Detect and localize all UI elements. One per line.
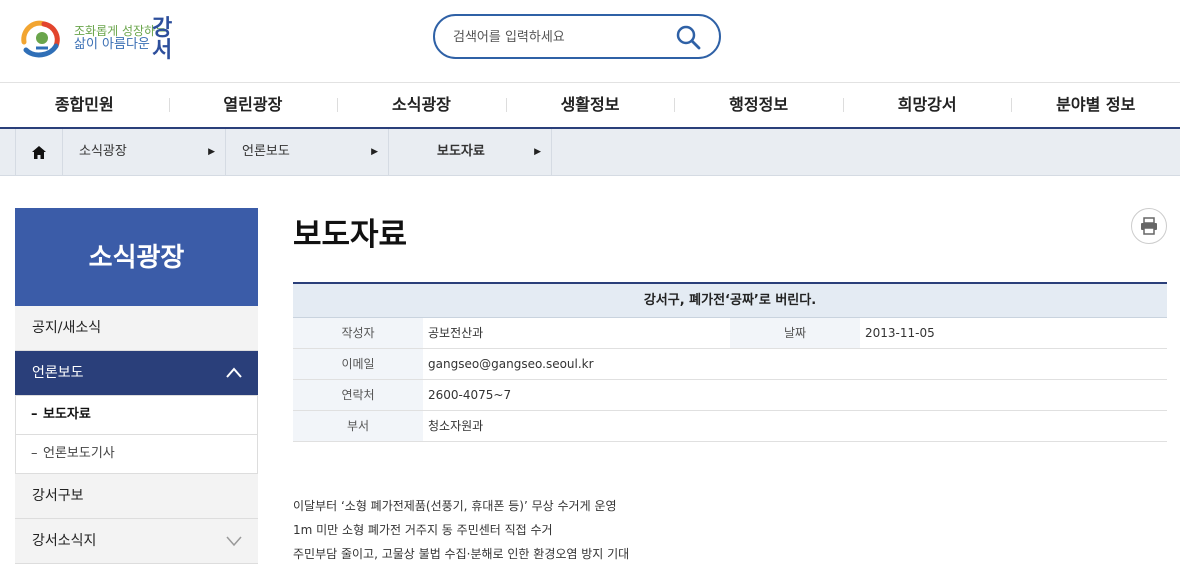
- email-label: 이메일: [293, 349, 423, 379]
- gnb-item-open-square[interactable]: 열린광장: [168, 83, 338, 127]
- breadcrumb-level2-label: 언론보도: [242, 144, 290, 159]
- print-icon[interactable]: [1131, 208, 1167, 244]
- dash-icon: –: [31, 446, 38, 461]
- table-row: 작성자 공보전산과 날짜 2013-11-05: [293, 318, 1167, 349]
- logo-name: 강서: [152, 16, 173, 63]
- email-value: gangseo@gangseo.seoul.kr: [428, 357, 594, 371]
- phone-value: 2600-4075~7: [428, 388, 512, 402]
- article-body-line: 이달부터 ‘소형 폐가전제품(선풍기, 휴대폰 등)’ 무상 수거게 운영: [293, 499, 617, 513]
- chevron-down-icon: [226, 519, 242, 578]
- date-label: 날짜: [730, 318, 860, 348]
- breadcrumb: 소식광장 ▶ 언론보도 ▶ 보도자료 ▶: [0, 129, 1180, 176]
- author-label: 작성자: [293, 318, 423, 348]
- table-row: 이메일 gangseo@gangseo.seoul.kr: [293, 349, 1167, 380]
- gnb-item-life-info[interactable]: 생활정보: [505, 83, 675, 127]
- gnb-item-field-info[interactable]: 분야별 정보: [1011, 83, 1180, 127]
- search-icon[interactable]: [675, 24, 701, 50]
- article-body-line: 1m 미만 소형 폐가전 거주지 동 주민센터 직접 수거: [293, 523, 553, 537]
- sidebar-subitem-press-article[interactable]: – 언론보도기사: [15, 435, 258, 474]
- sidebar-item-district-news[interactable]: 강서구보: [15, 474, 258, 519]
- gnb-item-admin-info[interactable]: 행정정보: [674, 83, 843, 127]
- caret-right-icon: ▶: [534, 147, 541, 157]
- sidebar-item-label: 강서구보: [32, 488, 84, 504]
- table-row: 부서 청소자원과: [293, 411, 1167, 442]
- search-input[interactable]: [453, 27, 663, 47]
- logo-text: 조화롭게 성장하는 삶이 아름다운 강서: [74, 18, 172, 62]
- gangseo-logo[interactable]: 조화롭게 성장하는 삶이 아름다운 강서: [16, 10, 176, 66]
- sidebar-subitem-label: 언론보도기사: [43, 446, 115, 461]
- article-body-line: 주민부담 줄이고, 고물상 불법 수집·분해로 인한 환경오염 방지 기대: [293, 547, 630, 561]
- dept-value: 청소자원과: [428, 419, 484, 433]
- gnb-item-news-square[interactable]: 소식광장: [337, 83, 506, 127]
- breadcrumb-level2[interactable]: 언론보도 ▶: [226, 129, 389, 175]
- table-row: 연락처 2600-4075~7: [293, 380, 1167, 411]
- sidebar-subitem-label: 보도자료: [43, 407, 91, 422]
- breadcrumb-level1[interactable]: 소식광장 ▶: [63, 129, 226, 175]
- home-icon[interactable]: [16, 129, 63, 175]
- sidebar-item-press[interactable]: 언론보도: [15, 351, 258, 396]
- sidebar-item-label: 언론보도: [32, 365, 84, 381]
- article-subject: 강서구, 폐가전‘공짜’로 버린다.: [293, 284, 1167, 318]
- sidebar-item-newsletter[interactable]: 강서소식지: [15, 519, 258, 564]
- date-value: 2013-11-05: [865, 326, 935, 340]
- header: 조화롭게 성장하는 삶이 아름다운 강서: [0, 0, 1180, 82]
- chevron-up-icon: [226, 351, 242, 413]
- author-value: 공보전산과: [428, 326, 484, 340]
- sidebar-subitem-press-release[interactable]: – 보도자료: [15, 396, 258, 435]
- caret-right-icon: ▶: [371, 147, 378, 157]
- home-icon-glyph: [32, 145, 46, 159]
- search-box: [433, 14, 721, 59]
- page-title: 보도자료: [293, 217, 408, 253]
- sidebar-item-label: 강서소식지: [32, 533, 97, 549]
- dash-icon: –: [31, 407, 38, 422]
- sidebar-item-notice[interactable]: 공지/새소식: [15, 306, 258, 351]
- breadcrumb-inner: 소식광장 ▶ 언론보도 ▶ 보도자료 ▶: [15, 129, 552, 175]
- gnb-item-civil[interactable]: 종합민원: [0, 83, 169, 127]
- print-icon-glyph: [1141, 217, 1157, 235]
- breadcrumb-level3-label: 보도자료: [437, 144, 485, 159]
- main-navigation: 종합민원 열린광장 소식광장 생활정보 행정정보 희망강서 분야별 정보: [0, 82, 1180, 129]
- breadcrumb-level3[interactable]: 보도자료 ▶: [389, 129, 552, 175]
- caret-right-icon: ▶: [208, 147, 215, 157]
- logo-mark-icon: [21, 20, 60, 58]
- sidebar-title: 소식광장: [15, 208, 258, 306]
- article-body: 이달부터 ‘소형 폐가전제품(선풍기, 휴대폰 등)’ 무상 수거게 운영 1m…: [293, 494, 629, 566]
- breadcrumb-level1-label: 소식광장: [79, 144, 127, 159]
- dept-label: 부서: [293, 411, 423, 441]
- phone-label: 연락처: [293, 380, 423, 410]
- article-table: 강서구, 폐가전‘공짜’로 버린다. 작성자 공보전산과 날짜 2013-11-…: [293, 282, 1167, 442]
- gnb-item-hope-gangseo[interactable]: 희망강서: [842, 83, 1012, 127]
- sidebar-item-label: 공지/새소식: [32, 320, 102, 336]
- sidebar: 소식광장 공지/새소식 언론보도 – 보도자료 – 언론보도기사 강서구보 강서소식…: [15, 208, 258, 564]
